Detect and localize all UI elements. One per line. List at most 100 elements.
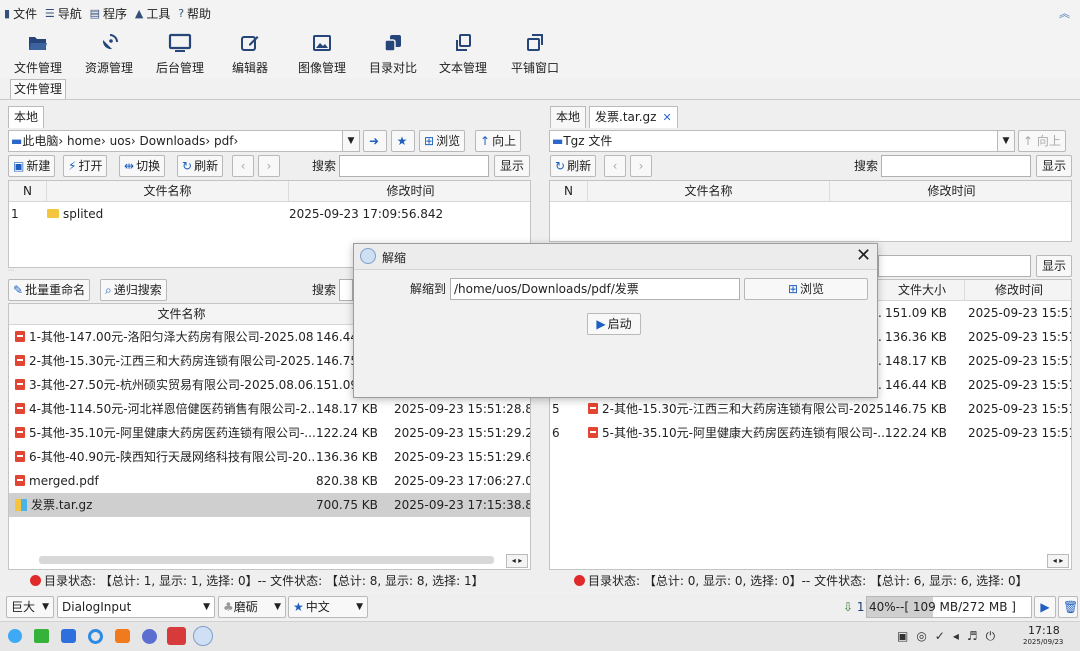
language-select[interactable]: ★ 中文 ▼ <box>288 596 368 618</box>
left-search-input[interactable] <box>339 155 489 177</box>
menu-file[interactable]: ▮ 文件 <box>4 0 37 26</box>
extract-path-field[interactable]: /home/uos/Downloads/pdf/发票 <box>450 278 740 300</box>
multitask-icon[interactable] <box>34 629 49 643</box>
collapse-icon[interactable]: ︽ <box>1059 5 1070 21</box>
gc-play-button[interactable]: ▶ <box>1034 596 1056 618</box>
left-refresh-button[interactable]: ↻ 刷新 <box>177 155 224 177</box>
leaf-icon: ♣ <box>223 600 234 614</box>
table-row[interactable]: 1 splited 2025-09-23 17:09:56.842 <box>9 202 530 226</box>
right-breadcrumb[interactable]: ▬Tgz 文件 <box>549 130 1013 152</box>
tab-file-manager[interactable]: 文件管理 <box>10 79 66 99</box>
app-running-icon[interactable] <box>167 627 186 645</box>
theme-select[interactable]: ♣磨砺 ▼ <box>218 596 286 618</box>
file-manager-icon[interactable] <box>61 629 76 643</box>
new-button[interactable]: ▣ 新建 <box>8 155 56 177</box>
left-up-button[interactable]: ↑ 向上 <box>475 130 522 152</box>
column-header-mtime[interactable]: 修改时间 <box>965 280 1071 300</box>
close-icon[interactable]: ✕ <box>856 245 871 266</box>
open-button[interactable]: ⚡ 打开 <box>63 155 108 177</box>
left-browse-button[interactable]: ⊞ 浏览 <box>419 130 466 152</box>
recursive-search-button[interactable]: ⌕ 递归搜索 <box>100 279 167 301</box>
toolbar-file-manager-button[interactable]: 文件管理 <box>6 30 70 76</box>
menu-nav[interactable]: ☰ 导航 <box>45 0 82 26</box>
table-row[interactable]: 5 2-其他-15.30元-江西三和大药房连锁有限公司-2025... 146.75… <box>550 397 1071 421</box>
tray-icons[interactable]: ▣◎✓◂♬⏻ <box>897 629 1003 644</box>
compare-icon <box>361 30 425 56</box>
table-row[interactable]: 5-其他-35.10元-阿里健康大药房医药连锁有限公司-... 122.24 KB… <box>9 421 530 445</box>
forward-button[interactable]: › <box>258 155 280 177</box>
copy-icon <box>431 30 495 56</box>
right-show-button[interactable]: 显示 <box>1036 155 1072 177</box>
menu-tools[interactable]: ▲ 工具 <box>135 0 170 26</box>
toolbar-backend-manager-button[interactable]: 后台管理 <box>148 30 212 76</box>
go-button[interactable]: ➜ <box>363 130 387 152</box>
tab-left-local[interactable]: 本地 <box>8 106 45 128</box>
start-button[interactable]: ▶ 启动 <box>587 313 641 335</box>
column-header-n[interactable]: N <box>9 181 47 201</box>
pencil-icon: ✎ <box>13 283 24 297</box>
column-header-name[interactable]: 文件名称 <box>47 181 289 201</box>
download-icon: ⇩ <box>843 600 854 614</box>
menu-program[interactable]: ▤ 程序 <box>90 0 127 26</box>
lightning-icon: ⚡ <box>68 159 77 173</box>
column-header-name[interactable]: 文件名称 <box>9 304 354 324</box>
favorite-button[interactable]: ★ <box>391 130 415 152</box>
app-logo-icon[interactable] <box>193 626 213 646</box>
batch-rename-button[interactable]: ✎ 批量重命名 <box>8 279 91 301</box>
tab-archive[interactable]: 发票.tar.gz ✕ <box>589 106 678 128</box>
left-breadcrumb[interactable]: ▬此电脑› home› uos› Downloads› pdf› <box>8 130 360 152</box>
trash-icon: 🗑 <box>1063 600 1079 614</box>
right-refresh-button[interactable]: ↻ 刷新 <box>550 155 597 177</box>
toolbar-image-manager-button[interactable]: 图像管理 <box>290 30 354 76</box>
column-header-mtime[interactable]: 修改时间 <box>289 181 530 201</box>
left-file-search-input[interactable] <box>339 279 353 301</box>
clock-time[interactable]: 17:18 <box>1028 625 1060 637</box>
right-file-search-input[interactable] <box>878 255 1031 277</box>
table-row[interactable]: 发票.tar.gz700.75 KB2025-09-23 17:15:38.87… <box>9 493 530 517</box>
settings-icon[interactable] <box>142 629 157 644</box>
table-row[interactable]: merged.pdf820.38 KB2025-09-23 17:06:27.0… <box>9 469 530 493</box>
dialog-titlebar[interactable]: 解缩 ✕ <box>354 244 877 270</box>
column-header-name[interactable]: 文件名称 <box>588 181 830 201</box>
browser-icon[interactable] <box>88 629 103 644</box>
toolbar-dir-compare-button[interactable]: 目录对比 <box>361 30 425 76</box>
right-up-button[interactable]: ↑ 向上 <box>1018 130 1066 152</box>
column-header-size[interactable]: 文件大小 <box>880 280 965 300</box>
left-show-button[interactable]: 显示 <box>494 155 530 177</box>
tab-right-local[interactable]: 本地 <box>550 106 587 128</box>
right-file-show-button[interactable]: 显示 <box>1036 255 1072 277</box>
dialog-browse-button[interactable]: ⊞ 浏览 <box>744 278 868 300</box>
toolbar-editor-button[interactable]: 编辑器 <box>218 30 282 76</box>
table-row[interactable]: 4-其他-114.50元-河北祥恩倍健医药销售有限公司-2... 148.17 K… <box>9 397 530 421</box>
table-row[interactable]: 6-其他-40.90元-陕西知行天晟网络科技有限公司-20... 136.36 K… <box>9 445 530 469</box>
right-back-button[interactable]: ‹ <box>604 155 626 177</box>
toolbar-tile-window-button[interactable]: 平铺窗口 <box>503 30 567 76</box>
column-header-n[interactable]: N <box>550 181 588 201</box>
column-header-mtime[interactable]: 修改时间 <box>830 181 1071 201</box>
back-button[interactable]: ‹ <box>232 155 254 177</box>
chevron-down-icon: ▼ <box>42 602 49 612</box>
right-path-dropdown-button[interactable]: ▼ <box>997 130 1015 152</box>
status-dot-icon <box>574 575 585 586</box>
memory-bar[interactable]: 40%--[ 109 MB/272 MB ] <box>866 596 1032 618</box>
horizontal-scrollbar[interactable] <box>39 556 494 564</box>
switch-button[interactable]: ⇹ 切换 <box>119 155 166 177</box>
launcher-icon[interactable] <box>8 629 22 643</box>
right-search-input[interactable] <box>881 155 1031 177</box>
left-status-bar: 目录状态: 【总计: 1, 显示: 1, 选择: 0】-- 文件状态: 【总计:… <box>30 573 484 589</box>
right-forward-button[interactable]: › <box>630 155 652 177</box>
font-select[interactable]: DialogInput ▼ <box>57 596 215 618</box>
grid-icon: ⊞ <box>787 282 799 296</box>
scroll-arrows[interactable]: ◂ ▸ <box>506 554 528 568</box>
trash-button[interactable]: 🗑 <box>1058 596 1078 618</box>
font-size-select[interactable]: 巨大 ▼ <box>6 596 54 618</box>
scroll-arrows[interactable]: ◂ ▸ <box>1047 554 1069 568</box>
table-row[interactable]: 6 5-其他-35.10元-阿里健康大药房医药连锁有限公司-... 122.24 K… <box>550 421 1071 445</box>
path-dropdown-button[interactable]: ▼ <box>342 130 360 152</box>
menu-help[interactable]: ? 帮助 <box>178 0 211 26</box>
monitor-icon <box>148 30 212 56</box>
app-store-icon[interactable] <box>115 629 130 643</box>
toolbar-text-manager-button[interactable]: 文本管理 <box>431 30 495 76</box>
close-icon[interactable]: ✕ <box>662 111 671 124</box>
toolbar-resource-manager-button[interactable]: 资源管理 <box>77 30 141 76</box>
